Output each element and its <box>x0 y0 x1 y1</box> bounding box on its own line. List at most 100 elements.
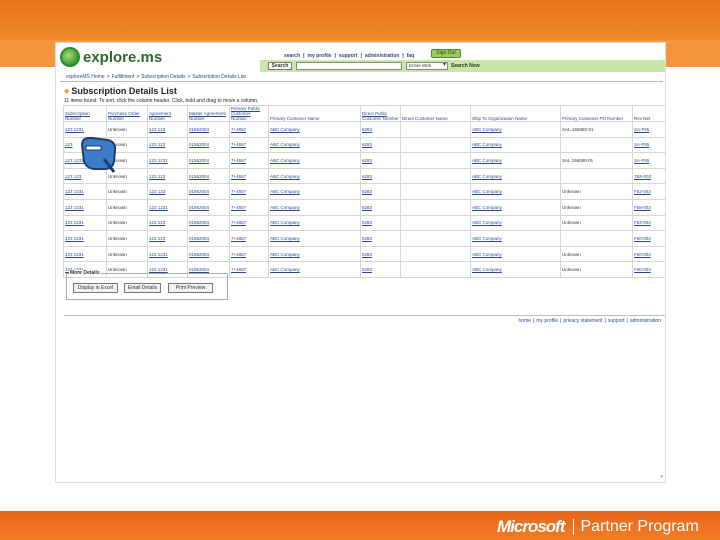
table-cell[interactable]: 7+4657 <box>229 245 269 263</box>
table-cell[interactable]: 6283 <box>360 245 401 263</box>
table-cell[interactable]: ABC Company <box>470 214 561 232</box>
column-header-direct-customer-name[interactable]: Direct Customer Name <box>400 105 471 122</box>
table-cell[interactable]: 123 123 <box>147 136 188 154</box>
table-cell[interactable]: 123 1231 <box>63 214 107 232</box>
table-cell[interactable]: ABC Company <box>470 167 561 185</box>
display-in-excel-button[interactable]: Display in Excel <box>73 283 118 293</box>
table-cell[interactable]: ABC Company <box>470 152 561 169</box>
table-cell[interactable]: ABC Company <box>268 121 361 138</box>
table-cell[interactable]: F60-003 <box>632 245 665 263</box>
table-cell[interactable]: 123 1231 <box>63 183 107 200</box>
table-cell[interactable]: ABC Company <box>470 121 561 138</box>
table-cell[interactable]: 123 123 <box>147 121 188 138</box>
scroll-down-arrow-icon[interactable]: ▾ <box>660 474 663 480</box>
print-preview-button[interactable]: Print Preview <box>168 283 213 293</box>
column-header-primary-customer-name[interactable]: Primary Customer Name <box>268 105 361 122</box>
table-cell[interactable]: F60-003 <box>632 230 665 247</box>
email-details-button[interactable]: Email Details <box>124 283 161 293</box>
table-cell[interactable]: F60-003 <box>632 261 665 278</box>
column-header-ship-to-organization-name[interactable]: Ship To Organization Name <box>470 105 561 122</box>
table-cell[interactable]: 123 123 <box>147 167 188 185</box>
column-header-purchase-order-number[interactable]: Purchase Order Number <box>106 105 148 122</box>
table-cell[interactable]: 123 1231 <box>147 152 188 169</box>
table-cell[interactable]: 7+4657 <box>229 214 269 232</box>
search-input[interactable] <box>296 62 402 70</box>
table-cell[interactable]: 6283 <box>360 261 401 278</box>
table-cell[interactable]: 123 123 <box>147 214 188 232</box>
breadcrumb-subscription-details[interactable]: Subscription Details <box>141 74 185 80</box>
table-cell[interactable]: 7+4657 <box>229 167 269 185</box>
table-cell[interactable]: ABC Company <box>470 245 561 263</box>
table-cell[interactable]: ABC Company <box>470 136 561 154</box>
table-cell[interactable]: 01562004 <box>187 214 230 232</box>
table-cell[interactable]: 01562004 <box>187 136 230 154</box>
table-cell[interactable]: ABC Company <box>268 136 361 154</box>
table-cell[interactable]: ABC Company <box>470 198 561 216</box>
table-cell[interactable]: ABC Company <box>268 230 361 247</box>
table-cell[interactable]: ABC Company <box>470 183 561 200</box>
table-cell[interactable]: ABC Company <box>268 152 361 169</box>
table-cell[interactable]: 6283 <box>360 167 401 185</box>
table-cell[interactable]: 123 1231 <box>147 198 188 216</box>
top-link-search[interactable]: search <box>284 53 300 59</box>
top-link-administration[interactable]: administration <box>365 53 399 59</box>
table-cell[interactable]: 7B5-003 <box>632 167 665 185</box>
table-cell[interactable]: 7+4657 <box>229 230 269 247</box>
table-cell[interactable]: 7+4657 <box>229 261 269 278</box>
table-cell[interactable]: 6283 <box>360 152 401 169</box>
breadcrumb-fulfillment[interactable]: Fulfillment <box>112 74 135 80</box>
table-cell[interactable]: ABC Company <box>470 261 561 278</box>
table-cell[interactable]: 01562004 <box>187 167 230 185</box>
table-cell[interactable]: 01562004 <box>187 121 230 138</box>
table-cell[interactable]: 6283 <box>360 214 401 232</box>
search-button[interactable]: Search <box>268 62 292 70</box>
site-logo[interactable]: explore.ms <box>60 47 162 67</box>
footer-link-administration[interactable]: administration <box>630 318 661 324</box>
sign-out-button[interactable]: Sign Out <box>431 49 461 58</box>
table-cell[interactable]: 123 123 <box>147 230 188 247</box>
table-cell[interactable]: 6283 <box>360 183 401 200</box>
table-cell[interactable]: 7+4657 <box>229 136 269 154</box>
top-link-my-profile[interactable]: my profile <box>308 53 332 59</box>
table-cell[interactable]: 123 1231 <box>63 230 107 247</box>
table-cell[interactable]: 123 1231 <box>63 245 107 263</box>
table-cell[interactable]: SA-F55 <box>632 152 665 169</box>
table-cell[interactable]: ABC Company <box>268 198 361 216</box>
table-cell[interactable]: ABC Company <box>470 230 561 247</box>
search-scope-select[interactable]: Entire Web <box>406 62 448 70</box>
table-cell[interactable]: 01562004 <box>187 230 230 247</box>
table-cell[interactable]: 6283 <box>360 230 401 247</box>
footer-link-home[interactable]: home <box>519 318 532 324</box>
table-cell[interactable]: ABC Company <box>268 167 361 185</box>
table-cell[interactable]: F62-003 <box>632 214 665 232</box>
column-header-primary-customer-po-number[interactable]: Primary Customer PO Number <box>560 105 633 122</box>
table-cell[interactable]: 7+4657 <box>229 121 269 138</box>
column-header-subscription-number[interactable]: Subscription Number <box>63 105 107 122</box>
table-cell[interactable]: ABC Company <box>268 245 361 263</box>
table-cell[interactable]: 123 1231 <box>147 245 188 263</box>
column-header-rev-net[interactable]: Rev Net <box>632 105 665 122</box>
table-cell[interactable]: 7+4657 <box>229 152 269 169</box>
table-cell[interactable]: ABC Company <box>268 183 361 200</box>
table-cell[interactable]: 123 123 <box>147 183 188 200</box>
top-link-faq[interactable]: faq <box>407 53 415 59</box>
table-cell[interactable]: 01562004 <box>187 245 230 263</box>
table-cell[interactable]: 01562004 <box>187 198 230 216</box>
column-header-master-agreement-number[interactable]: Master Agreement Number <box>187 105 230 122</box>
table-cell[interactable]: 6283 <box>360 121 401 138</box>
search-now-link[interactable]: Search Now <box>451 62 480 70</box>
column-header-direct-public-customer-number[interactable]: Direct Public Customer Number <box>360 105 401 122</box>
table-cell[interactable]: SA-F55 <box>632 136 665 154</box>
table-cell[interactable]: 6283 <box>360 136 401 154</box>
table-cell[interactable]: SA-F55 <box>632 121 665 138</box>
table-cell[interactable]: F58-003 <box>632 198 665 216</box>
table-cell[interactable]: ABC Company <box>268 261 361 278</box>
column-header-primary-public-customer-number[interactable]: Primary Public Customer Number <box>229 105 269 122</box>
table-cell[interactable]: 6283 <box>360 198 401 216</box>
table-cell[interactable]: 01562004 <box>187 152 230 169</box>
footer-link-support[interactable]: support <box>608 318 625 324</box>
table-cell[interactable]: 123 1231 <box>63 198 107 216</box>
table-cell[interactable]: 7+4657 <box>229 198 269 216</box>
table-cell[interactable]: F52-003 <box>632 183 665 200</box>
footer-link-privacy-statement[interactable]: privacy statement <box>563 318 602 324</box>
